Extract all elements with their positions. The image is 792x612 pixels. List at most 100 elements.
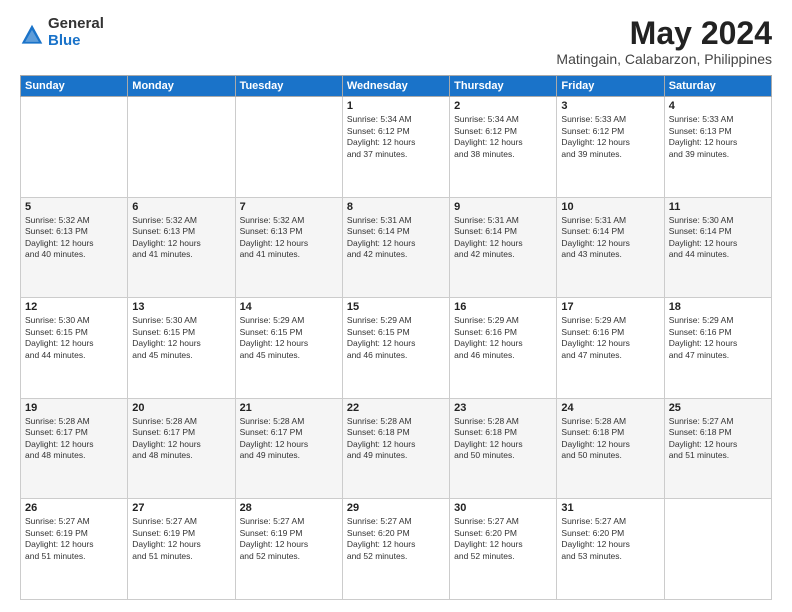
day-info: Sunrise: 5:28 AM Sunset: 6:18 PM Dayligh… (454, 416, 552, 462)
day-cell: 18 Sunrise: 5:29 AM Sunset: 6:16 PM Dayli… (664, 298, 771, 399)
day-number: 6 (132, 201, 230, 213)
week-row-3: 19 Sunrise: 5:28 AM Sunset: 6:17 PM Dayli… (21, 398, 772, 499)
day-cell: 2 Sunrise: 5:34 AM Sunset: 6:12 PM Daylig… (450, 97, 557, 198)
calendar: SundayMondayTuesdayWednesdayThursdayFrid… (20, 75, 772, 600)
day-cell: 29 Sunrise: 5:27 AM Sunset: 6:20 PM Dayli… (342, 499, 449, 600)
day-cell: 25 Sunrise: 5:27 AM Sunset: 6:18 PM Dayli… (664, 398, 771, 499)
day-info: Sunrise: 5:29 AM Sunset: 6:15 PM Dayligh… (240, 315, 338, 361)
day-cell: 3 Sunrise: 5:33 AM Sunset: 6:12 PM Daylig… (557, 97, 664, 198)
day-cell: 16Sunrise: 5:29 AM Sunset: 6:16 PM Dayli… (450, 298, 557, 399)
weekday-sunday: Sunday (21, 76, 128, 97)
week-row-1: 5 Sunrise: 5:32 AM Sunset: 6:13 PM Daylig… (21, 197, 772, 298)
day-cell: 24Sunrise: 5:28 AM Sunset: 6:18 PM Dayli… (557, 398, 664, 499)
day-info: Sunrise: 5:29 AM Sunset: 6:16 PM Dayligh… (561, 315, 659, 361)
calendar-body: 1 Sunrise: 5:34 AM Sunset: 6:12 PM Daylig… (21, 97, 772, 600)
page: General Blue May 2024 Matingain, Calabar… (0, 0, 792, 612)
logo-blue: Blue (48, 33, 104, 50)
day-info: Sunrise: 5:29 AM Sunset: 6:15 PM Dayligh… (347, 315, 445, 361)
day-info: Sunrise: 5:30 AM Sunset: 6:14 PM Dayligh… (669, 215, 767, 261)
day-info: Sunrise: 5:27 AM Sunset: 6:20 PM Dayligh… (561, 516, 659, 562)
day-info: Sunrise: 5:27 AM Sunset: 6:19 PM Dayligh… (132, 516, 230, 562)
day-cell: 22Sunrise: 5:28 AM Sunset: 6:18 PM Dayli… (342, 398, 449, 499)
day-info: Sunrise: 5:28 AM Sunset: 6:18 PM Dayligh… (347, 416, 445, 462)
day-cell: 23 Sunrise: 5:28 AM Sunset: 6:18 PM Dayli… (450, 398, 557, 499)
weekday-friday: Friday (557, 76, 664, 97)
day-info: Sunrise: 5:27 AM Sunset: 6:20 PM Dayligh… (454, 516, 552, 562)
day-number: 20 (132, 402, 230, 414)
day-cell: 28Sunrise: 5:27 AM Sunset: 6:19 PM Dayli… (235, 499, 342, 600)
day-info: Sunrise: 5:33 AM Sunset: 6:13 PM Dayligh… (669, 114, 767, 160)
day-info: Sunrise: 5:32 AM Sunset: 6:13 PM Dayligh… (132, 215, 230, 261)
title-block: May 2024 Matingain, Calabarzon, Philippi… (556, 16, 772, 67)
day-number: 24 (561, 402, 659, 414)
day-number: 31 (561, 502, 659, 514)
day-number: 29 (347, 502, 445, 514)
day-number: 15 (347, 301, 445, 313)
day-cell: 17 Sunrise: 5:29 AM Sunset: 6:16 PM Dayli… (557, 298, 664, 399)
day-number: 3 (561, 100, 659, 112)
day-info: Sunrise: 5:27 AM Sunset: 6:19 PM Dayligh… (240, 516, 338, 562)
day-number: 14 (240, 301, 338, 313)
day-info: Sunrise: 5:27 AM Sunset: 6:20 PM Dayligh… (347, 516, 445, 562)
weekday-thursday: Thursday (450, 76, 557, 97)
location: Matingain, Calabarzon, Philippines (556, 51, 772, 67)
day-cell: 7 Sunrise: 5:32 AM Sunset: 6:13 PM Daylig… (235, 197, 342, 298)
day-cell: 9Sunrise: 5:31 AM Sunset: 6:14 PM Daylig… (450, 197, 557, 298)
day-cell: 30 Sunrise: 5:27 AM Sunset: 6:20 PM Dayli… (450, 499, 557, 600)
day-number: 10 (561, 201, 659, 213)
week-row-4: 26 Sunrise: 5:27 AM Sunset: 6:19 PM Dayli… (21, 499, 772, 600)
day-info: Sunrise: 5:31 AM Sunset: 6:14 PM Dayligh… (347, 215, 445, 261)
day-cell: 26Sunrise: 5:27 AM Sunset: 6:19 PM Dayli… (21, 499, 128, 600)
day-cell: 20Sunrise: 5:28 AM Sunset: 6:17 PM Dayli… (128, 398, 235, 499)
day-cell (664, 499, 771, 600)
day-info: Sunrise: 5:29 AM Sunset: 6:16 PM Dayligh… (454, 315, 552, 361)
day-number: 5 (25, 201, 123, 213)
day-cell: 12Sunrise: 5:30 AM Sunset: 6:15 PM Dayli… (21, 298, 128, 399)
day-cell: 15 Sunrise: 5:29 AM Sunset: 6:15 PM Dayli… (342, 298, 449, 399)
day-number: 11 (669, 201, 767, 213)
day-number: 2 (454, 100, 552, 112)
day-info: Sunrise: 5:33 AM Sunset: 6:12 PM Dayligh… (561, 114, 659, 160)
day-cell (128, 97, 235, 198)
logo-icon (20, 23, 44, 47)
header: General Blue May 2024 Matingain, Calabar… (20, 16, 772, 67)
day-cell: 6 Sunrise: 5:32 AM Sunset: 6:13 PM Daylig… (128, 197, 235, 298)
day-number: 13 (132, 301, 230, 313)
day-cell: 4 Sunrise: 5:33 AM Sunset: 6:13 PM Daylig… (664, 97, 771, 198)
day-cell: 31 Sunrise: 5:27 AM Sunset: 6:20 PM Dayli… (557, 499, 664, 600)
day-number: 1 (347, 100, 445, 112)
weekday-monday: Monday (128, 76, 235, 97)
day-number: 23 (454, 402, 552, 414)
day-number: 17 (561, 301, 659, 313)
day-number: 30 (454, 502, 552, 514)
week-row-0: 1 Sunrise: 5:34 AM Sunset: 6:12 PM Daylig… (21, 97, 772, 198)
day-info: Sunrise: 5:34 AM Sunset: 6:12 PM Dayligh… (454, 114, 552, 160)
logo: General Blue (20, 16, 104, 49)
logo-text: General Blue (48, 16, 104, 49)
month-title: May 2024 (556, 16, 772, 51)
weekday-header-row: SundayMondayTuesdayWednesdayThursdayFrid… (21, 76, 772, 97)
day-number: 25 (669, 402, 767, 414)
day-cell (21, 97, 128, 198)
day-cell: 11 Sunrise: 5:30 AM Sunset: 6:14 PM Dayli… (664, 197, 771, 298)
day-info: Sunrise: 5:32 AM Sunset: 6:13 PM Dayligh… (25, 215, 123, 261)
day-number: 19 (25, 402, 123, 414)
day-number: 26 (25, 502, 123, 514)
day-cell: 21Sunrise: 5:28 AM Sunset: 6:17 PM Dayli… (235, 398, 342, 499)
day-cell: 19Sunrise: 5:28 AM Sunset: 6:17 PM Dayli… (21, 398, 128, 499)
weekday-wednesday: Wednesday (342, 76, 449, 97)
day-info: Sunrise: 5:32 AM Sunset: 6:13 PM Dayligh… (240, 215, 338, 261)
day-info: Sunrise: 5:28 AM Sunset: 6:17 PM Dayligh… (240, 416, 338, 462)
day-number: 4 (669, 100, 767, 112)
day-info: Sunrise: 5:30 AM Sunset: 6:15 PM Dayligh… (25, 315, 123, 361)
day-number: 7 (240, 201, 338, 213)
day-cell: 8Sunrise: 5:31 AM Sunset: 6:14 PM Daylig… (342, 197, 449, 298)
day-number: 9 (454, 201, 552, 213)
day-cell (235, 97, 342, 198)
day-number: 18 (669, 301, 767, 313)
day-info: Sunrise: 5:29 AM Sunset: 6:16 PM Dayligh… (669, 315, 767, 361)
logo-general: General (48, 16, 104, 33)
day-info: Sunrise: 5:30 AM Sunset: 6:15 PM Dayligh… (132, 315, 230, 361)
day-cell: 1Sunrise: 5:34 AM Sunset: 6:12 PM Daylig… (342, 97, 449, 198)
day-info: Sunrise: 5:27 AM Sunset: 6:18 PM Dayligh… (669, 416, 767, 462)
